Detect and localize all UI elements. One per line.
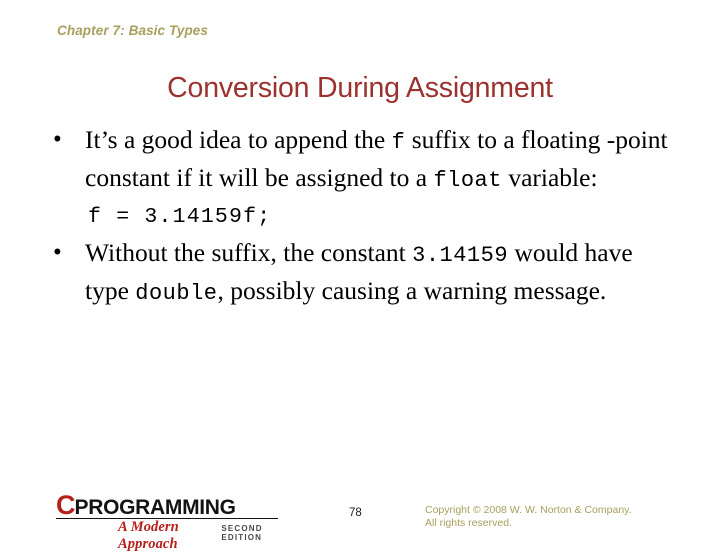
page-number: 78 bbox=[349, 507, 362, 519]
list-item: • Without the suffix, the constant 3.141… bbox=[0, 235, 720, 311]
logo-subtitle-row: A Modern Approach Second Edition bbox=[118, 519, 286, 553]
copyright-notice: Copyright © 2008 W. W. Norton & Company.… bbox=[425, 504, 632, 529]
logo-c-icon: C bbox=[56, 490, 75, 520]
copyright-line-2: All rights reserved. bbox=[425, 516, 512, 529]
bullet-2-code-double: double bbox=[135, 281, 218, 306]
bullet-1-code-f: f bbox=[391, 130, 406, 155]
bullet-icon: • bbox=[53, 239, 62, 266]
chapter-header: Chapter 7: Basic Types bbox=[57, 23, 209, 38]
logo-edition: Second Edition bbox=[221, 524, 263, 542]
page-title: Conversion During Assignment bbox=[167, 72, 553, 104]
bullet-1-code-float: float bbox=[433, 168, 502, 193]
slide-body: • It’s a good idea to append the f suffi… bbox=[0, 122, 720, 311]
bullet-1-part-4: variable: bbox=[501, 163, 598, 192]
copyright-line-1: Copyright © 2008 W. W. Norton & Company. bbox=[425, 504, 632, 516]
bullet-icon: • bbox=[53, 126, 62, 153]
bullet-2-part-0: Without the suffix, the constant bbox=[85, 238, 413, 267]
logo-tagline: A Modern Approach bbox=[118, 519, 179, 552]
bullet-text-1: It’s a good idea to append the f suffix … bbox=[85, 122, 720, 198]
bullet-2-part-4: , possibly causing a warning message. bbox=[217, 276, 607, 305]
list-item: • It’s a good idea to append the f suffi… bbox=[0, 122, 720, 198]
logo-wordmark: C PROGRAMMING bbox=[56, 490, 237, 520]
slide-canvas: Chapter 7: Basic Types Conversion During… bbox=[0, 0, 720, 552]
bullet-2-code-constant: 3.14159 bbox=[412, 243, 509, 268]
code-sample: f = 3.14159f; bbox=[88, 205, 272, 229]
logo-title: PROGRAMMING bbox=[74, 496, 237, 519]
bullet-text-2: Without the suffix, the constant 3.14159… bbox=[85, 235, 720, 311]
bullet-1-part-0: It’s a good idea to append the bbox=[85, 125, 392, 154]
book-logo: C PROGRAMMING A Modern Approach Second E… bbox=[56, 490, 286, 552]
